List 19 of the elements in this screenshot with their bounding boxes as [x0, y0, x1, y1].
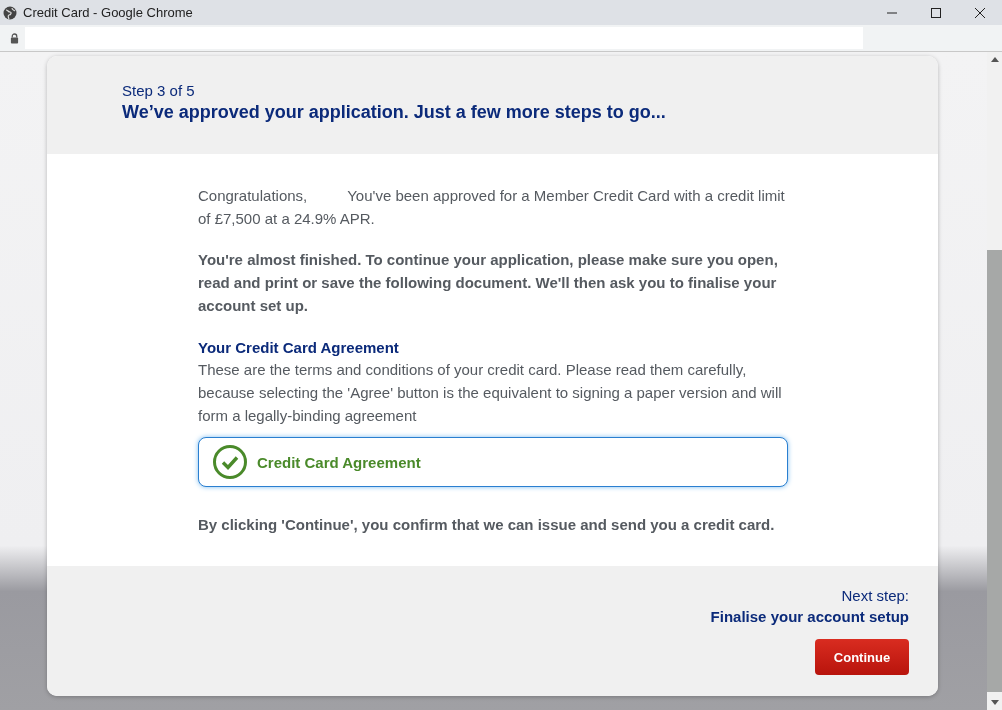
window-title: Credit Card - Google Chrome: [23, 5, 193, 20]
lock-icon: [10, 32, 19, 44]
continue-button[interactable]: Continue: [815, 639, 909, 675]
section-text: These are the terms and conditions of your credit card. Please read them carefully, because selecting the 'Agree' button is the equivalent to signing a paper version and will form a legally-binding agreement: [198, 360, 783, 426]
confirmation-text: By clicking 'Continue', you confirm that we can issue and send you a credit card.: [198, 515, 776, 535]
section-title: Your Credit Card Agreement: [198, 339, 400, 356]
approval-message: Congratulations, You've been approved for a Member Credit Card with a credit limit of £7,500 at a 24.9% APR.: [198, 186, 786, 229]
scroll-down-icon[interactable]: [990, 700, 999, 705]
page-heading: We’ve approved your application. Just a few more steps to go...: [122, 102, 667, 123]
document-button[interactable]: Credit Card Agreement: [198, 437, 788, 487]
notice-text: You're almost finished. To continue your application, please make sure you open, read and print or save the following document. We'll then ask you to finalise your account set up.: [198, 250, 779, 316]
step-indicator: Step 3 of 5: [122, 82, 196, 99]
maximize-icon[interactable]: [930, 6, 942, 19]
scroll-up-icon[interactable]: [990, 57, 999, 62]
globe-icon: [3, 5, 17, 20]
close-icon[interactable]: [974, 6, 986, 19]
next-step-label: Next step:: [841, 587, 909, 604]
next-step-title: Finalise your account setup: [710, 608, 909, 625]
scrollbar-thumb[interactable]: [987, 250, 1002, 692]
